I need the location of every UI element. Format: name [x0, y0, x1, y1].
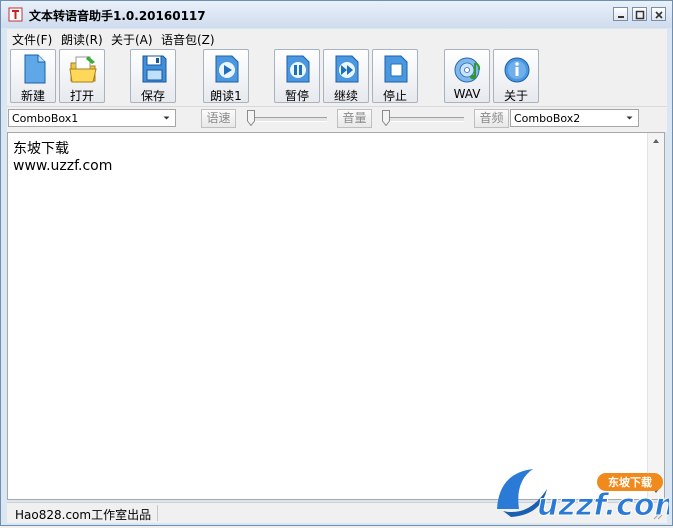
rate-slider-track[interactable] — [247, 117, 327, 122]
watermark-brand: uzzf.com — [537, 488, 669, 523]
minimize-icon — [618, 16, 624, 18]
volume-slider-thumb[interactable] — [382, 110, 390, 126]
stop-button[interactable]: 停止 — [372, 49, 418, 103]
read-label: 朗读1 — [210, 89, 242, 103]
audio-combobox[interactable]: ComboBox2 — [510, 109, 639, 127]
menu-read[interactable]: 朗读(R) — [61, 31, 103, 48]
wav-button[interactable]: WAV — [444, 49, 490, 103]
audio-button[interactable]: 音频 — [474, 109, 509, 128]
open-folder-icon — [69, 56, 97, 83]
chevron-down-icon[interactable] — [160, 111, 173, 125]
open-button[interactable]: 打开 — [59, 49, 105, 103]
resume-label: 继续 — [333, 89, 358, 103]
uzzf-watermark: 东坡下载 uzzf.com — [489, 459, 673, 525]
save-label: 保存 — [140, 89, 165, 103]
title-bar[interactable]: 文本转语音助手1.0.20160117 — [1, 1, 672, 28]
audio-combobox-value: ComboBox2 — [514, 112, 581, 125]
editor-line: 东坡下载 — [13, 141, 69, 157]
about-label: 关于 — [503, 89, 528, 103]
window-title: 文本转语音助手1.0.20160117 — [29, 9, 206, 23]
vertical-scrollbar[interactable] — [647, 133, 664, 499]
minimize-button[interactable] — [613, 7, 628, 21]
menu-file[interactable]: 文件(F) — [12, 31, 52, 48]
volume-button[interactable]: 音量 — [337, 109, 372, 128]
read-button[interactable]: 朗读1 — [203, 49, 249, 103]
menu-about[interactable]: 关于(A) — [111, 31, 153, 48]
about-button[interactable]: 关于 — [493, 49, 539, 103]
fast-forward-icon — [335, 55, 359, 83]
maximize-button[interactable] — [632, 7, 647, 21]
save-button[interactable]: 保存 — [130, 49, 176, 103]
editor-line: www.uzzf.com — [13, 158, 113, 174]
chevron-down-icon[interactable] — [623, 111, 636, 125]
play-icon — [215, 55, 239, 83]
stop-icon — [384, 55, 408, 83]
audio-disc-icon — [454, 57, 481, 83]
pause-label: 暂停 — [284, 89, 309, 103]
rate-button[interactable]: 语速 — [201, 109, 236, 128]
menu-voice-pack[interactable]: 语音包(Z) — [161, 31, 215, 48]
new-button[interactable]: 新建 — [10, 49, 56, 103]
resume-button[interactable]: 继续 — [323, 49, 369, 103]
pause-button[interactable]: 暂停 — [274, 49, 320, 103]
rate-slider-thumb[interactable] — [247, 110, 255, 126]
status-divider — [157, 505, 158, 521]
watermark-badge: 东坡下载 — [608, 475, 652, 489]
close-icon — [655, 11, 663, 19]
wav-label: WAV — [453, 87, 481, 101]
app-icon — [8, 7, 23, 22]
menu-bar: 文件(F) 朗读(R) 关于(A) 语音包(Z) — [7, 29, 667, 48]
scroll-up-icon[interactable] — [648, 133, 664, 149]
volume-slider-track[interactable] — [382, 117, 464, 122]
new-file-icon — [24, 54, 46, 84]
maximize-icon — [635, 10, 645, 20]
text-editor[interactable]: 东坡下载 www.uzzf.com — [7, 132, 665, 500]
info-icon — [504, 57, 530, 83]
voice-combobox-value: ComboBox1 — [12, 112, 79, 125]
uzzf-logo-icon: 东坡下载 uzzf.com — [497, 469, 673, 524]
open-label: 打开 — [69, 89, 94, 103]
options-bar: ComboBox1 语速 音量 音频 ComboBox2 — [7, 106, 667, 132]
app-window: 文本转语音助手1.0.20160117 文件(F) 朗读(R) 关于(A) 语音… — [0, 0, 673, 526]
close-button[interactable] — [651, 7, 666, 21]
new-label: 新建 — [20, 89, 45, 103]
toolbar: 新建 打开 保存 朗读1 暂停 继续 停止 WAV 关于 — [7, 48, 667, 106]
floppy-disk-icon — [142, 55, 167, 83]
voice-combobox[interactable]: ComboBox1 — [8, 109, 176, 127]
pause-icon — [286, 55, 310, 83]
stop-label: 停止 — [382, 89, 407, 103]
status-text: Hao828.com工作室出品 — [15, 508, 152, 522]
